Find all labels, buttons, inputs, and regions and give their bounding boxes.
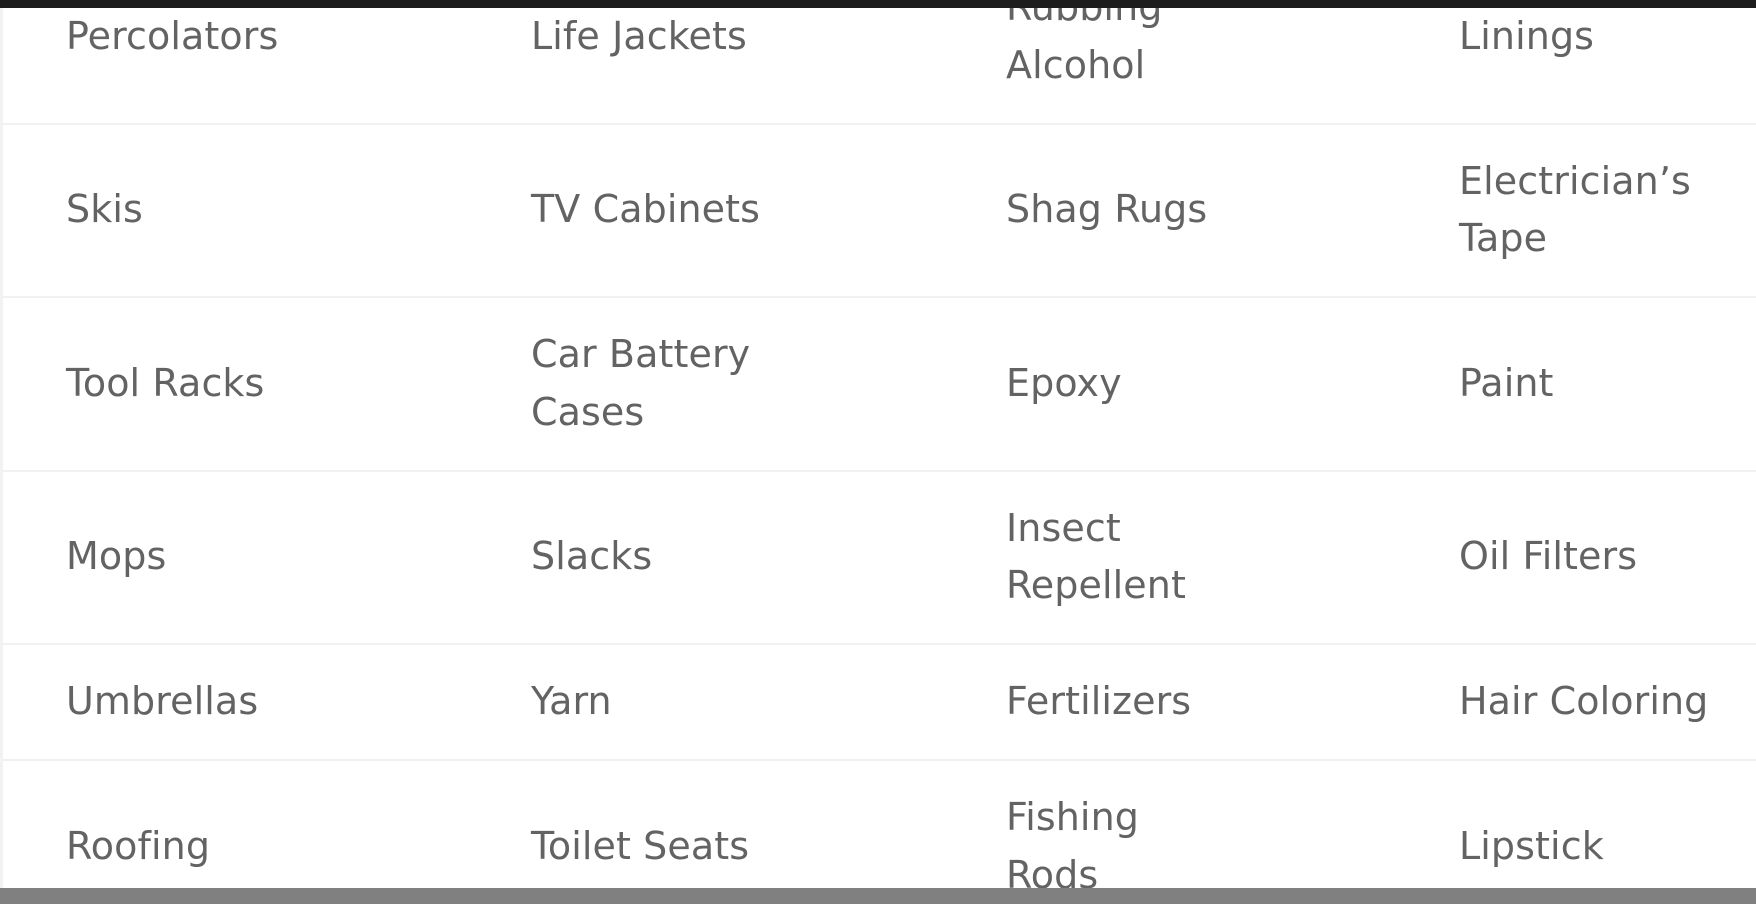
table-cell: Skis — [1, 122, 469, 298]
table-cell: Insect Repellent — [944, 469, 1399, 645]
cell-text: Shag Rugs — [1006, 187, 1208, 232]
cell-text: Fertilizers — [1006, 679, 1192, 723]
table-cell: Life Jackets — [469, 8, 944, 125]
cell-text: Rubbing Alcohol — [1006, 8, 1162, 87]
table-cell: Roofing — [1, 758, 469, 888]
table-row: Percolators Life Jackets Rubbing Alcohol… — [1, 8, 1756, 125]
cell-text: Mops — [66, 534, 167, 579]
table-cell: Yarn — [469, 643, 944, 761]
cell-text: Electrician’s Tape — [1459, 158, 1691, 261]
table-body: Percolators Life Jackets Rubbing Alcohol… — [1, 8, 1756, 888]
table-cell: Electrician’s Tape — [1399, 122, 1756, 298]
cell-text: Umbrellas — [66, 679, 259, 723]
cell-text: Epoxy — [1006, 360, 1122, 405]
table-cell: TV Cabinets — [469, 122, 944, 298]
table-cell: Slacks — [469, 469, 944, 645]
page-scroll-viewport[interactable]: Percolators Life Jackets Rubbing Alcohol… — [0, 8, 1756, 888]
cell-text: Slacks — [531, 534, 653, 579]
cell-text: Life Jackets — [531, 13, 747, 58]
table-cell: Fertilizers — [944, 643, 1399, 761]
table-cell: Tool Racks — [1, 296, 469, 472]
cell-text: Percolators — [66, 13, 279, 58]
cell-text: Lipstick — [1459, 823, 1604, 868]
table-cell: Epoxy — [944, 296, 1399, 472]
product-category-table: Percolators Life Jackets Rubbing Alcohol… — [0, 8, 1756, 888]
cell-text: Car Battery Cases — [531, 332, 751, 434]
cell-text: Hair Coloring — [1459, 679, 1709, 723]
cell-text: Linings — [1459, 13, 1595, 58]
window-bottom-overlay-bar — [0, 888, 1756, 904]
cell-text: Fishing Rods — [1006, 794, 1139, 888]
table-cell: Shag Rugs — [944, 122, 1399, 298]
table-cell: Car Battery Cases — [469, 296, 944, 472]
window-top-chrome-bar — [0, 0, 1756, 8]
cell-text: Toilet Seats — [531, 823, 750, 868]
cell-text: Insect Repellent — [1006, 505, 1186, 608]
table-cell: Mops — [1, 469, 469, 645]
cell-text: Oil Filters — [1459, 534, 1638, 579]
table-cell: Linings — [1399, 8, 1756, 125]
table-scroll-container: Percolators Life Jackets Rubbing Alcohol… — [0, 8, 1756, 888]
table-row: Roofing Toilet Seats Fishing Rods Lipsti… — [1, 758, 1756, 888]
table-cell: Oil Filters — [1399, 469, 1756, 645]
cell-text: Roofing — [66, 823, 211, 868]
table-cell: Lipstick — [1399, 758, 1756, 888]
cell-text: Skis — [66, 187, 143, 232]
table-cell: Umbrellas — [1, 643, 469, 761]
table-row: Skis TV Cabinets Shag Rugs Electrician’s… — [1, 122, 1756, 298]
cell-text: Paint — [1459, 360, 1554, 405]
cell-text: Tool Racks — [66, 360, 265, 405]
table-cell: Toilet Seats — [469, 758, 944, 888]
cell-text: TV Cabinets — [531, 187, 761, 232]
table-cell: Fishing Rods — [944, 758, 1399, 888]
table-row: Tool Racks Car Battery Cases Epoxy Paint — [1, 296, 1756, 472]
table-cell: Paint — [1399, 296, 1756, 472]
table-row: Umbrellas Yarn Fertilizers Hair Coloring — [1, 643, 1756, 761]
table-cell: Percolators — [1, 8, 469, 125]
cell-text: Yarn — [531, 679, 612, 723]
table-cell: Hair Coloring — [1399, 643, 1756, 761]
table-row: Mops Slacks Insect Repellent Oil Filters — [1, 469, 1756, 645]
table-cell: Rubbing Alcohol — [944, 8, 1399, 125]
